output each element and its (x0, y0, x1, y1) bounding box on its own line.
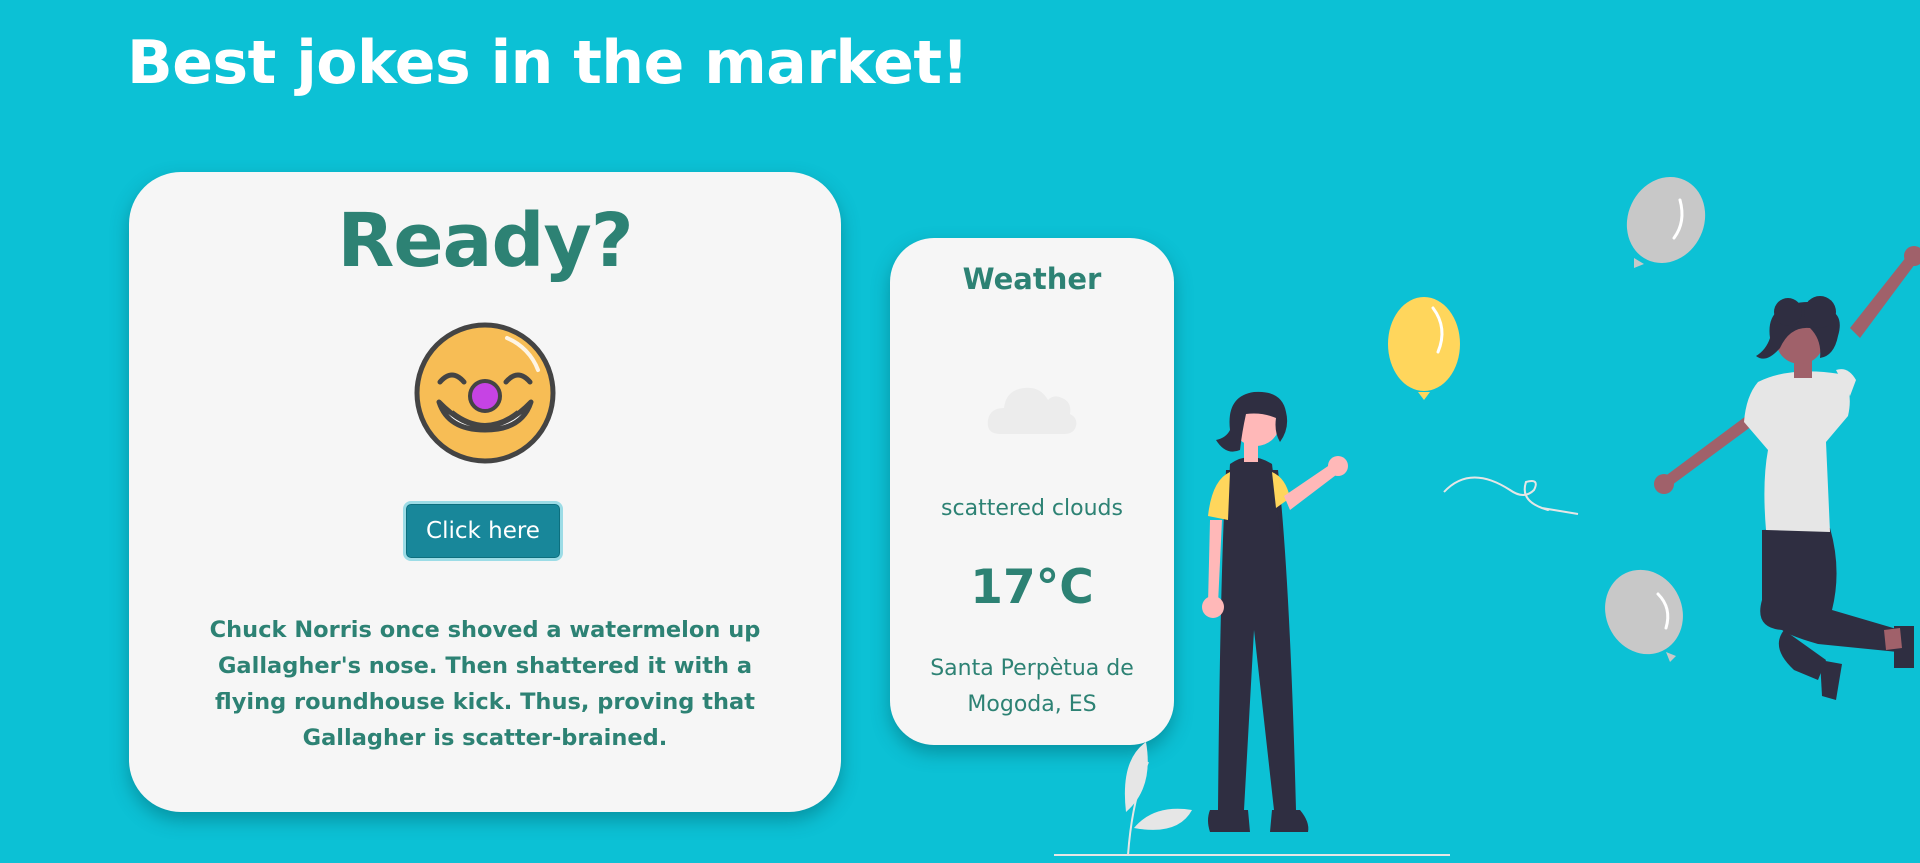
page-title: Best jokes in the market! (127, 28, 969, 98)
joke-card-heading: Ready? (337, 198, 633, 284)
woman-jumping-illustration (1654, 246, 1920, 700)
joke-text: Chuck Norris once shoved a watermelon up… (209, 617, 761, 751)
clown-face-icon (414, 322, 556, 464)
celebration-illustration (1054, 177, 1920, 856)
click-here-button[interactable]: Click here (403, 501, 563, 561)
balloon-string (1443, 476, 1579, 515)
gray-balloon-top-icon (1626, 177, 1706, 268)
leaf-plant-icon (1124, 742, 1192, 856)
page: Best jokes in the market! Ready? Click h… (0, 0, 1920, 863)
joke-card: Ready? Click here Chuck Norris once shov… (129, 172, 841, 812)
gray-balloon-bottom-icon (1605, 569, 1683, 662)
woman-standing-illustration (1202, 391, 1348, 832)
yellow-balloon-icon (1388, 297, 1460, 400)
